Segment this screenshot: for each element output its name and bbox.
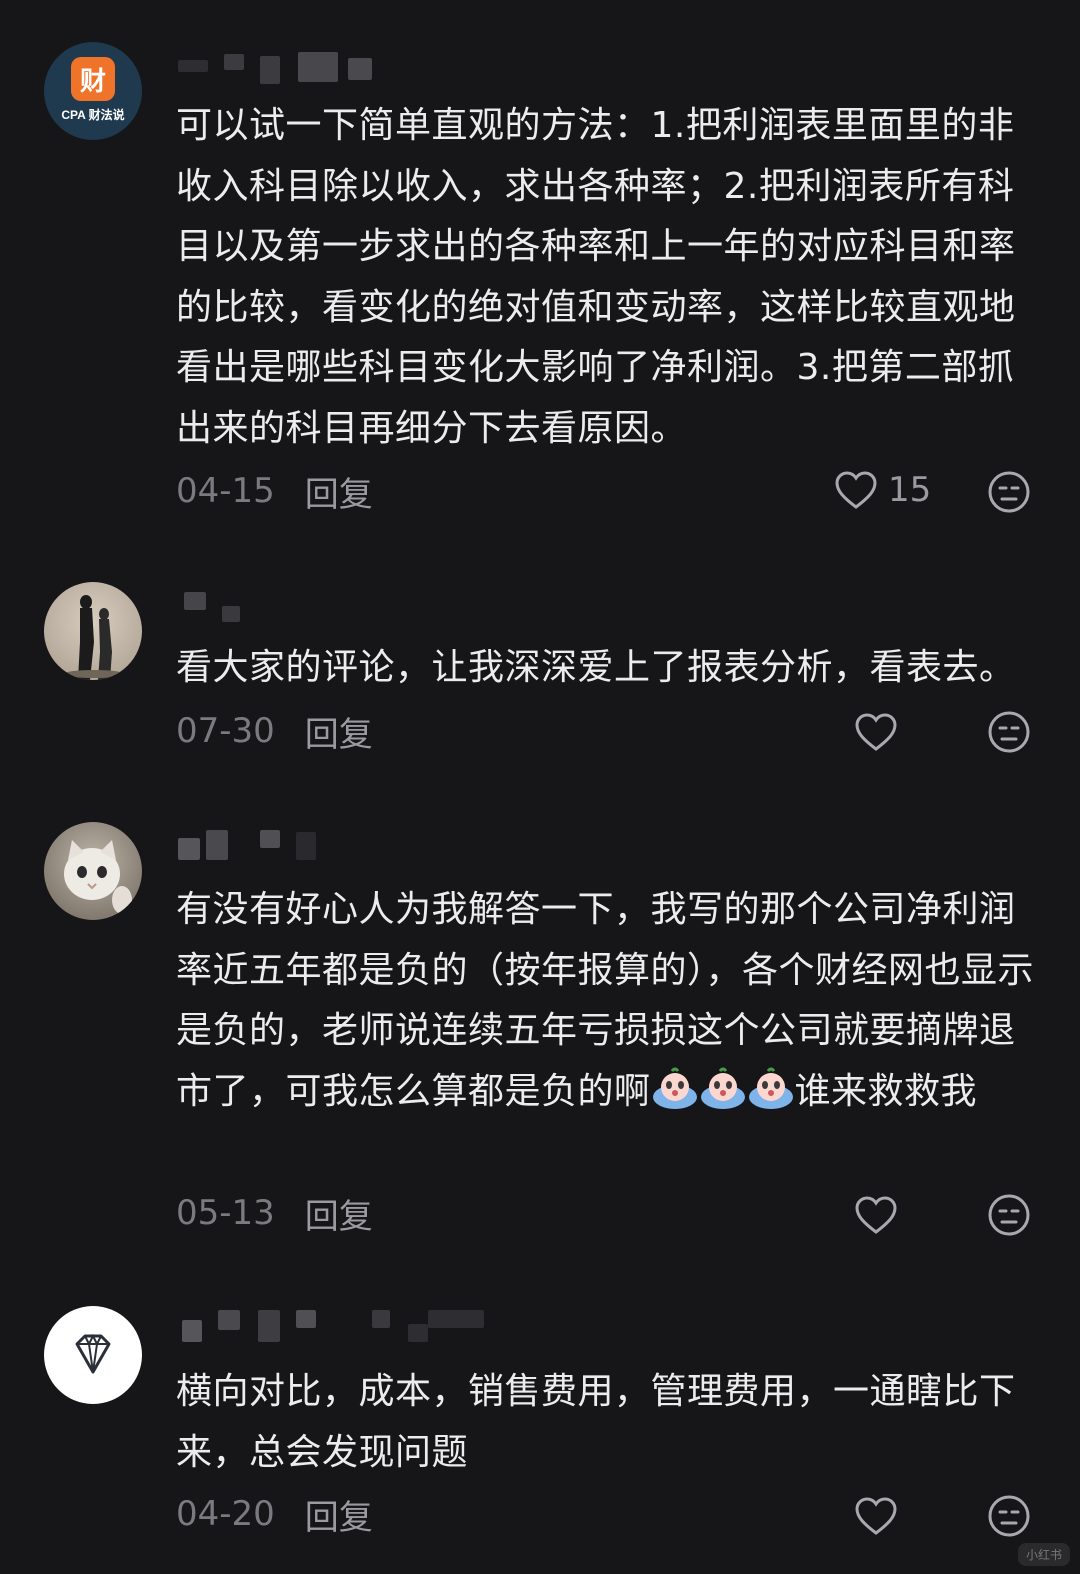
- heart-icon: [855, 1497, 897, 1535]
- comment-meta: 05-13 回复: [176, 1188, 373, 1238]
- like-button[interactable]: [854, 1496, 898, 1536]
- username-blurred[interactable]: [178, 50, 378, 84]
- comment-date: 04-15: [176, 471, 275, 511]
- avatar-label: CPA 财法说: [61, 108, 125, 122]
- comment-meta: 04-15 回复: [176, 466, 373, 516]
- comment-text-part: 谁来救救我: [794, 1070, 978, 1112]
- like-count: 15: [888, 470, 932, 510]
- silhouette-icon: [64, 595, 124, 680]
- reply-button[interactable]: 回复: [305, 1189, 373, 1238]
- dislike-button[interactable]: [987, 470, 1031, 518]
- like-button[interactable]: 15: [834, 470, 931, 510]
- username-blurred[interactable]: [178, 828, 328, 862]
- reply-button[interactable]: 回复: [305, 1490, 373, 1539]
- like-button[interactable]: [854, 1195, 898, 1235]
- cpa-logo-icon: 财: [71, 57, 115, 101]
- comment-date: 07-30: [176, 711, 275, 751]
- crying-emoji-icon: [748, 1067, 794, 1111]
- unamused-face-icon: [988, 1495, 1030, 1537]
- reply-button[interactable]: 回复: [305, 467, 373, 516]
- comment-text: 横向对比，成本，销售费用，管理费用，一通瞎比下来，总会发现问题: [176, 1371, 1016, 1473]
- diamond-icon: [75, 1333, 111, 1374]
- dislike-button[interactable]: [987, 1494, 1031, 1542]
- crying-emoji-icon: [652, 1067, 698, 1111]
- watermark: 小红书: [1017, 1543, 1070, 1566]
- avatar-glyph: 财: [79, 66, 106, 97]
- comment-date: 05-13: [176, 1193, 275, 1233]
- comment-date: 04-20: [176, 1494, 275, 1534]
- comment-meta: 04-20 回复: [176, 1489, 373, 1539]
- unamused-face-icon: [988, 711, 1030, 753]
- comment-text: 看大家的评论，让我深深爱上了报表分析，看表去。: [176, 647, 1016, 688]
- unamused-face-icon: [988, 471, 1030, 513]
- unamused-face-icon: [988, 1194, 1030, 1236]
- avatar[interactable]: [44, 1306, 142, 1404]
- heart-icon: [835, 471, 877, 509]
- heart-icon: [855, 1196, 897, 1234]
- avatar[interactable]: [44, 822, 142, 920]
- avatar[interactable]: [44, 582, 142, 680]
- comment-text: 可以试一下简单直观的方法：1.把利润表里面里的非收入科目除以收入，求出各种率；2…: [176, 105, 1016, 449]
- like-button[interactable]: [854, 712, 898, 752]
- heart-icon: [855, 713, 897, 751]
- dislike-button[interactable]: [987, 1193, 1031, 1241]
- username-blurred[interactable]: [178, 1308, 498, 1342]
- dislike-button[interactable]: [987, 710, 1031, 758]
- cat-icon: [64, 840, 132, 914]
- reply-button[interactable]: 回复: [305, 707, 373, 756]
- comment-meta: 07-30 回复: [176, 706, 373, 756]
- username-blurred[interactable]: [178, 588, 258, 622]
- avatar[interactable]: 财 CPA 财法说: [44, 42, 142, 140]
- comment-text: 有没有好心人为我解答一下，我写的那个公司净利润率近五年都是负的（按年报算的），各…: [176, 880, 1036, 1122]
- crying-emoji-icon: [700, 1067, 746, 1111]
